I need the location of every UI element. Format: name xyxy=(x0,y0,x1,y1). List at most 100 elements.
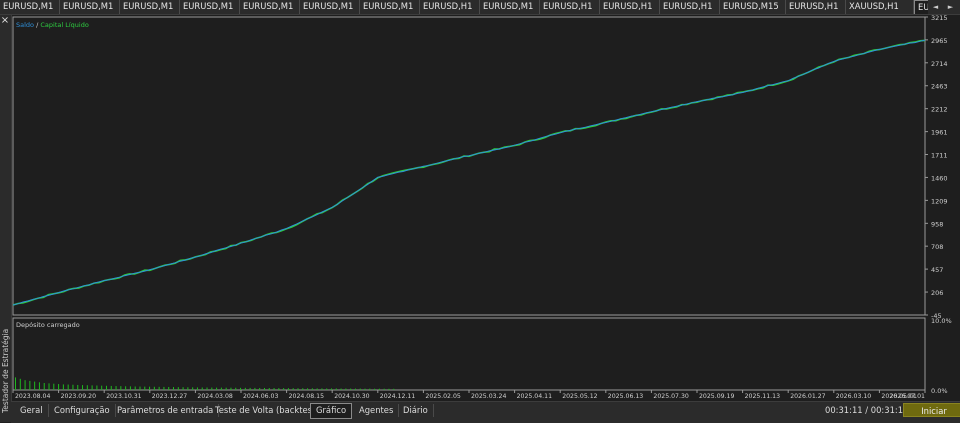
chart-legend: Saldo / Capital Líquido xyxy=(16,21,89,29)
x-tick-label: 2023.08.04 xyxy=(15,393,50,400)
load-bar xyxy=(292,388,294,390)
legend-balance: Saldo xyxy=(16,21,34,29)
load-bar xyxy=(105,385,107,390)
y-tick-label: 457 xyxy=(931,266,943,274)
load-bar xyxy=(24,380,26,390)
chart-tab[interactable]: EURUSD,M1 xyxy=(120,0,180,14)
load-plot-frame xyxy=(12,317,926,391)
load-bar xyxy=(235,387,237,390)
load-y-tick-label: 0.0% xyxy=(931,387,948,395)
chart-tab[interactable]: XAUUSD,H1 xyxy=(846,0,914,14)
load-bar xyxy=(331,388,333,390)
chart-tab[interactable]: EURUSD,H1 xyxy=(540,0,600,14)
load-bar xyxy=(96,385,98,390)
tab-geral[interactable]: Geral xyxy=(15,404,49,417)
load-bar xyxy=(211,387,213,390)
load-bar xyxy=(249,387,251,390)
scroll-left-icon[interactable]: ◄ xyxy=(933,3,938,11)
x-tick-label: 2026.07.01 xyxy=(890,393,925,400)
chart-tab[interactable]: EURUSD,H1 xyxy=(660,0,720,14)
tab-configura-o[interactable]: Configuração xyxy=(49,404,116,417)
load-bar xyxy=(129,386,131,390)
load-bar xyxy=(240,387,242,390)
legend-equity: Capital Líquido xyxy=(40,21,88,29)
load-bar xyxy=(48,383,50,390)
load-bar xyxy=(115,386,117,390)
load-chart-title: Depósito carregado xyxy=(16,321,80,329)
chart-tab[interactable]: EURUSD,M1 xyxy=(180,0,240,14)
load-bar xyxy=(359,388,361,390)
load-bar xyxy=(307,388,309,390)
x-tick-label: 2025.07.30 xyxy=(653,393,688,400)
chart-tab[interactable]: EURUSD,M1 xyxy=(60,0,120,14)
load-bar xyxy=(101,385,103,390)
tab-gr-fico[interactable]: Gráfico xyxy=(310,403,353,419)
tab-agentes[interactable]: Agentes xyxy=(354,404,400,417)
load-bar xyxy=(254,387,256,390)
bottom-tabs-bar: Geral Configuração Parâmetros de entrada Te… xyxy=(11,401,960,423)
load-bar xyxy=(216,387,218,390)
x-tick-label: 2024.06.03 xyxy=(243,393,278,400)
y-tick-label: 3215 xyxy=(931,15,948,22)
load-bar xyxy=(297,388,299,390)
load-bar xyxy=(53,383,55,390)
load-bar xyxy=(302,388,304,390)
load-bar xyxy=(134,386,136,390)
load-bar xyxy=(125,386,127,390)
chart-tab[interactable]: EURUSD,M1 xyxy=(240,0,300,14)
y-tick-label: 1209 xyxy=(931,197,948,205)
load-bar xyxy=(144,386,146,390)
load-bar xyxy=(182,387,184,390)
x-tick-label: 2025.05.12 xyxy=(562,393,597,400)
load-bar xyxy=(283,388,285,390)
tab-scroll-arrows: ◄ ► xyxy=(928,0,958,14)
x-tick-label: 2025.06.13 xyxy=(608,393,643,400)
load-bar xyxy=(91,385,93,390)
x-tick-label: 2026.01.27 xyxy=(790,393,825,400)
load-bar xyxy=(230,387,232,390)
chart-tab[interactable]: EURUSD,M15 xyxy=(720,0,786,14)
load-bar xyxy=(58,384,60,390)
tab-di-rio[interactable]: Diário xyxy=(398,404,434,417)
chart-tabs-bar: EURUSD,M1 EURUSD,M1 EURUSD,M1 EURUSD,M1 EURU… xyxy=(0,0,960,15)
backtest-chart: Saldo / Capital Líquido 3215 2965 2714 2463 2… xyxy=(12,15,952,400)
load-bar xyxy=(201,387,203,390)
load-bar xyxy=(82,385,84,390)
scroll-right-icon[interactable]: ► xyxy=(948,3,953,11)
y-tick-label: 1961 xyxy=(931,129,948,137)
chart-tab[interactable]: EURUSD,M1 xyxy=(360,0,420,14)
load-bar xyxy=(326,388,328,390)
y-tick-label: 2965 xyxy=(931,37,948,45)
load-bar xyxy=(38,382,40,390)
load-bar xyxy=(364,388,366,390)
load-bar xyxy=(378,388,380,390)
load-bar xyxy=(340,388,342,390)
y-tick-label: 1711 xyxy=(931,151,948,159)
close-icon[interactable]: × xyxy=(0,16,10,26)
tab-teste-de-volta-backtest-[interactable]: Teste de Volta (backtest) xyxy=(210,404,325,417)
y-tick-label: 2212 xyxy=(931,106,948,114)
tab-par-metros-de-entrada[interactable]: Parâmetros de entrada xyxy=(112,404,220,417)
load-bar xyxy=(158,386,160,390)
chart-tab[interactable]: EURUSD,H1 xyxy=(600,0,660,14)
load-bar xyxy=(34,381,36,390)
chart-tab[interactable]: EURUSD,M1 xyxy=(480,0,540,14)
load-bar xyxy=(149,386,151,390)
load-bar xyxy=(120,386,122,390)
x-tick-label: 2025.03.24 xyxy=(471,393,506,400)
load-bar xyxy=(168,386,170,390)
load-bar xyxy=(62,384,64,390)
x-tick-label: 2024.10.30 xyxy=(334,393,369,400)
start-button[interactable]: Iniciar xyxy=(903,403,960,417)
chart-tab[interactable]: EURUSD,H1 xyxy=(420,0,480,14)
load-bar xyxy=(19,378,21,390)
chart-tab[interactable]: EURUSD,H1 xyxy=(786,0,846,14)
load-bar xyxy=(244,387,246,390)
load-y-tick-label: 10.0% xyxy=(931,317,952,325)
load-bar xyxy=(110,385,112,390)
load-bar xyxy=(268,388,270,390)
chart-tab[interactable]: EURUSD,M1 xyxy=(0,0,60,14)
load-bar xyxy=(369,388,371,390)
chart-tab[interactable]: EURUSD,M1 xyxy=(300,0,360,14)
load-bar xyxy=(43,383,45,390)
